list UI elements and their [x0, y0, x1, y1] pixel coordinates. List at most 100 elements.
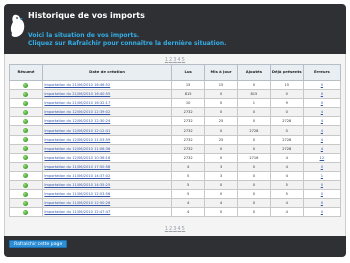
- table-row: Importation du 11/06/2010 12:47:47 4 0 0 4 0: [9, 207, 342, 218]
- status-ok-icon[interactable]: [23, 146, 29, 152]
- present-count: 0: [269, 125, 304, 136]
- intro-text: Voici la situation de vos imports. Cliqu…: [28, 32, 226, 48]
- import-date-link[interactable]: Importation du 12/06/2010 10:36:16: [41, 152, 173, 163]
- status-ok-icon[interactable]: [23, 164, 29, 170]
- summary-cell: [9, 198, 43, 209]
- read-count: 2732: [171, 134, 206, 145]
- import-date-link[interactable]: Importation du 11/06/2010 14:35:25: [41, 180, 173, 191]
- errors-link[interactable]: 0: [302, 89, 342, 100]
- summary-cell: [9, 134, 43, 145]
- table-row: Importation du 11/06/2010 14:35:25 5 0 0 5 0: [9, 180, 342, 191]
- errors-link[interactable]: 0: [302, 180, 342, 191]
- table-row: Importation du 12/06/2010 11:53:59 2732 25…: [9, 134, 342, 145]
- errors-link[interactable]: 0: [302, 198, 342, 209]
- added-count: 0: [236, 180, 271, 191]
- page-link[interactable]: 5: [182, 57, 186, 63]
- summary-cell: [9, 180, 43, 191]
- page-link[interactable]: 4: [177, 226, 181, 232]
- added-count: 0: [236, 143, 271, 154]
- errors-link[interactable]: 4: [302, 143, 342, 154]
- read-count: 15: [171, 79, 206, 91]
- column-header-date: Date de création: [41, 64, 173, 81]
- status-ok-icon[interactable]: [23, 209, 29, 215]
- status-ok-icon[interactable]: [23, 118, 29, 124]
- import-date-link[interactable]: Importation du 12/06/2010 12:30:24: [41, 116, 173, 127]
- import-date-link[interactable]: Importation du 12/06/2010 11:06:36: [41, 143, 173, 154]
- import-date-link[interactable]: Importation du 21/06/2010 16:40:55: [41, 89, 173, 100]
- page-title: Historique de vos imports: [28, 11, 145, 20]
- errors-link[interactable]: 4: [302, 116, 342, 127]
- present-count: 5: [269, 180, 304, 191]
- present-count: 4: [269, 198, 304, 209]
- status-ok-icon[interactable]: [23, 82, 29, 88]
- errors-link[interactable]: 0: [302, 189, 342, 200]
- read-count: 10: [171, 98, 206, 109]
- present-count: 4: [269, 161, 304, 172]
- status-ok-icon[interactable]: [23, 91, 29, 97]
- table-row: Importation du 12/06/2010 12:30:24 2732 25…: [9, 116, 342, 127]
- updated-count: 15: [204, 79, 238, 91]
- pagination-bottom: 12345: [0, 226, 350, 232]
- summary-cell: [9, 170, 43, 182]
- table-row: Importation du 21/06/2010 16:32:17 10 0 1 9 0: [9, 98, 342, 109]
- column-header-updated: Mis à jour: [204, 64, 238, 81]
- import-history-page: Historique de vos imports Voici la situa…: [0, 0, 350, 263]
- present-count: 0: [269, 107, 304, 118]
- added-count: 0: [236, 107, 271, 118]
- errors-link[interactable]: 4: [302, 107, 342, 118]
- pagination-top: 12345: [0, 57, 350, 63]
- import-date-link[interactable]: Importation du 12/06/2010 12:39:02: [41, 107, 173, 118]
- page-link[interactable]: 1: [165, 226, 169, 232]
- table-row: Importation du 11/06/2010 14:37:02 5 3 0 4 1: [9, 170, 342, 182]
- summary-cell: [9, 207, 43, 218]
- summary-cell: [9, 116, 43, 127]
- import-date-link[interactable]: Importation du 21/06/2010 16:46:52: [41, 79, 173, 91]
- summary-cell: [9, 79, 43, 91]
- updated-count: 0: [204, 107, 238, 118]
- added-count: 2716: [236, 152, 271, 163]
- status-ok-icon[interactable]: [23, 173, 29, 179]
- table-row: Importation du 12/06/2010 12:39:02 2732 0 0…: [9, 107, 342, 118]
- import-date-link[interactable]: Importation du 12/06/2010 11:53:59: [41, 134, 173, 145]
- errors-link[interactable]: 0: [302, 98, 342, 109]
- errors-link[interactable]: 4: [302, 125, 342, 136]
- updated-count: 0: [204, 189, 238, 200]
- errors-link[interactable]: 1: [302, 170, 342, 182]
- import-date-link[interactable]: Importation du 12/06/2010 12:12:41: [41, 125, 173, 136]
- import-date-link[interactable]: Importation du 11/06/2010 12:50:26: [41, 198, 173, 209]
- status-ok-icon[interactable]: [23, 191, 29, 197]
- status-ok-icon[interactable]: [23, 109, 29, 115]
- status-ok-icon[interactable]: [23, 155, 29, 161]
- errors-link[interactable]: 12: [302, 152, 342, 163]
- errors-link[interactable]: 4: [302, 134, 342, 145]
- errors-link[interactable]: 0: [302, 207, 342, 218]
- imports-table: Résumé Date de création Lus Mis à jour A…: [9, 64, 342, 218]
- errors-link[interactable]: 0: [302, 161, 342, 172]
- import-date-link[interactable]: Importation du 11/06/2010 17:50:58: [41, 161, 173, 172]
- column-header-added: Ajoutés: [236, 64, 271, 81]
- status-ok-icon[interactable]: [23, 128, 29, 134]
- page-link[interactable]: 1: [165, 57, 169, 63]
- present-count: 15: [269, 79, 304, 91]
- added-count: 0: [236, 189, 271, 200]
- read-count: 815: [171, 89, 206, 100]
- header-bar: Historique de vos imports Voici la situa…: [4, 4, 346, 54]
- import-date-link[interactable]: Importation du 11/06/2010 12:47:47: [41, 207, 173, 218]
- import-date-link[interactable]: Importation du 21/06/2010 16:32:17: [41, 98, 173, 109]
- import-date-link[interactable]: Importation du 11/06/2010 14:37:02: [41, 170, 173, 182]
- present-count: 9: [269, 98, 304, 109]
- read-count: 2732: [171, 125, 206, 136]
- errors-link[interactable]: 0: [302, 79, 342, 91]
- import-date-link[interactable]: Importation du 11/06/2010 12:53:56: [41, 189, 173, 200]
- status-ok-icon[interactable]: [23, 137, 29, 143]
- present-count: 2728: [269, 134, 304, 145]
- page-link[interactable]: 4: [177, 57, 181, 63]
- intro-line-1: Voici la situation de vos imports.: [28, 32, 140, 39]
- page-link[interactable]: 5: [182, 226, 186, 232]
- added-count: 0: [236, 79, 271, 91]
- refresh-button[interactable]: Rafraîchir cette page: [9, 240, 68, 248]
- read-count: 2732: [171, 107, 206, 118]
- status-ok-icon[interactable]: [23, 100, 29, 106]
- status-ok-icon[interactable]: [23, 182, 29, 188]
- status-ok-icon[interactable]: [23, 200, 29, 206]
